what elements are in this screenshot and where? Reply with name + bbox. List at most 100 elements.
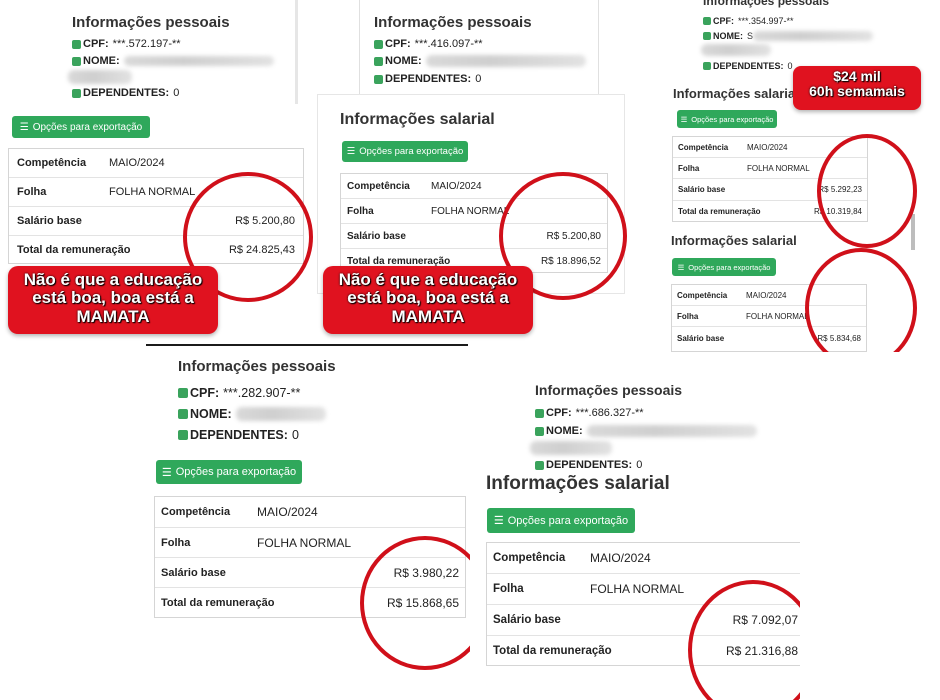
cpf-line: CPF: ***.282.907-** — [178, 386, 300, 400]
name-redacted — [235, 407, 326, 421]
panel-2: Informações pessoais CPF: ***.416.097-**… — [315, 0, 627, 350]
folha-value: FOLHA NORMAL — [109, 186, 196, 198]
competencia-label: Competência — [347, 181, 410, 192]
export-options-button[interactable]: ☰ Opções para exportação — [156, 460, 302, 484]
competencia-value: MAIO/2024 — [109, 157, 165, 169]
salario-base-label: Salário base — [347, 231, 406, 242]
badge-line-1: $24 mil — [833, 68, 881, 84]
folha-value: FOLHA NORMAL — [746, 312, 809, 321]
export-options-button[interactable]: ☰ Opções para exportação — [342, 141, 468, 162]
dependentes-value: 0 — [475, 73, 482, 85]
badge-line-2: 60h semamais — [809, 83, 905, 100]
dependentes-label: DEPENDENTES: — [190, 428, 288, 442]
competencia-label: Competência — [677, 291, 728, 300]
menu-icon: ☰ — [346, 146, 356, 157]
dependentes-line: DEPENDENTES: 0 — [535, 459, 642, 471]
personal-info-title: Informações pessoais — [535, 382, 683, 398]
green-square-icon — [374, 56, 383, 66]
folha-value: FOLHA NORMAL — [747, 164, 810, 173]
green-square-icon — [72, 39, 81, 49]
cpf-label: CPF: — [385, 38, 411, 50]
green-square-icon — [703, 32, 711, 40]
table-row: Competência MAIO/2024 — [155, 497, 465, 528]
total-label: Total da remuneração — [17, 244, 131, 256]
competencia-value: MAIO/2024 — [431, 181, 482, 192]
green-square-icon — [535, 426, 544, 436]
personal-info-title: Informações pessoais — [703, 0, 830, 8]
panel-4: Informações pessoais CPF: ***.282.907-**… — [146, 346, 470, 686]
export-button-label: Opções para exportação — [507, 514, 629, 527]
cpf-label: CPF: — [190, 386, 220, 400]
total-label: Total da remuneração — [678, 207, 761, 216]
nome-label: NOME: — [713, 31, 743, 41]
cpf-label: CPF: — [83, 38, 109, 50]
cpf-value: ***.686.327-** — [575, 407, 644, 419]
dependentes-label: DEPENDENTES: — [713, 61, 784, 71]
name-redacted — [123, 56, 274, 66]
dependentes-line: DEPENDENTES: 0 — [178, 428, 299, 442]
competencia-label: Competência — [493, 552, 566, 564]
name-redacted-continued — [701, 44, 771, 56]
salario-base-label: Salário base — [678, 185, 726, 194]
green-square-icon — [535, 408, 544, 418]
salario-base-label: Salário base — [161, 567, 226, 579]
competencia-value: MAIO/2024 — [590, 551, 651, 565]
cpf-value: ***.354.997-** — [738, 16, 794, 26]
name-redacted — [586, 425, 757, 437]
export-options-button-2[interactable]: ☰ Opções para exportação — [672, 258, 776, 276]
nome-line: NOME: — [535, 425, 757, 437]
red-highlight-circle — [817, 134, 917, 248]
personal-info-title: Informações pessoais — [178, 358, 336, 375]
personal-info-card: Informações pessoais CPF: ***.572.197-**… — [62, 0, 298, 104]
green-square-icon — [178, 409, 188, 419]
export-button-label: Opções para exportação — [691, 114, 774, 124]
folha-label: Folha — [493, 583, 524, 595]
green-square-icon — [72, 88, 81, 98]
competencia-value: MAIO/2024 — [747, 143, 788, 152]
salary-badge: $24 mil 60h semamais — [793, 66, 921, 110]
cpf-value: ***.282.907-** — [223, 386, 301, 400]
salario-base-label: Salário base — [17, 215, 82, 227]
nome-line: NOME: S — [703, 31, 874, 41]
dependentes-value: 0 — [291, 428, 299, 442]
cpf-label: CPF: — [713, 16, 734, 26]
green-square-icon — [703, 62, 711, 70]
export-options-button[interactable]: ☰ Opções para exportação — [487, 508, 635, 533]
table-row: Competência MAIO/2024 — [487, 543, 800, 574]
personal-info-card: Informações pessoais CPF: ***.354.997-**… — [697, 0, 907, 76]
panel-3: Informações pessoais CPF: ***.354.997-**… — [627, 0, 940, 352]
nome-line: NOME: — [374, 55, 586, 67]
scrollbar[interactable] — [911, 214, 915, 250]
green-square-icon — [374, 39, 383, 49]
menu-icon: ☰ — [493, 515, 504, 527]
personal-info-title: Informações pessoais — [72, 14, 230, 31]
salary-info-title-2: Informações salarial — [671, 233, 797, 248]
export-options-button[interactable]: ☰ Opções para exportação — [12, 116, 150, 138]
export-button-label: Opções para exportação — [32, 121, 143, 133]
personal-info-title: Informações pessoais — [374, 14, 532, 31]
nome-line: NOME: — [72, 55, 274, 67]
salary-info-title: Informações salarial — [340, 111, 495, 128]
menu-icon: ☰ — [19, 121, 29, 133]
menu-icon: ☰ — [680, 114, 688, 124]
dependentes-label: DEPENDENTES: — [83, 87, 170, 99]
name-redacted-continued — [530, 441, 612, 455]
dependentes-line: DEPENDENTES: 0 — [703, 61, 793, 71]
nome-label: NOME: — [546, 425, 583, 437]
total-label: Total da remuneração — [161, 597, 275, 609]
salary-info-title: Informações salarial — [673, 86, 799, 101]
green-square-icon — [374, 74, 383, 84]
green-square-icon — [535, 460, 544, 470]
green-square-icon — [703, 17, 711, 25]
folha-label: Folha — [678, 164, 700, 173]
personal-info-card: Informações pessoais CPF: ***.416.097-**… — [359, 0, 599, 94]
panel-5: Informações pessoais CPF: ***.686.327-**… — [470, 370, 800, 700]
folha-label: Folha — [161, 537, 191, 549]
green-square-icon — [178, 430, 188, 440]
export-button-label: Opções para exportação — [175, 466, 297, 478]
salario-base-label: Salário base — [493, 614, 561, 626]
dependentes-line: DEPENDENTES: 0 — [374, 73, 481, 85]
dependentes-line: DEPENDENTES: 0 — [72, 87, 179, 99]
export-options-button[interactable]: ☰ Opções para exportação — [677, 110, 777, 128]
nome-label: NOME: — [385, 55, 422, 67]
